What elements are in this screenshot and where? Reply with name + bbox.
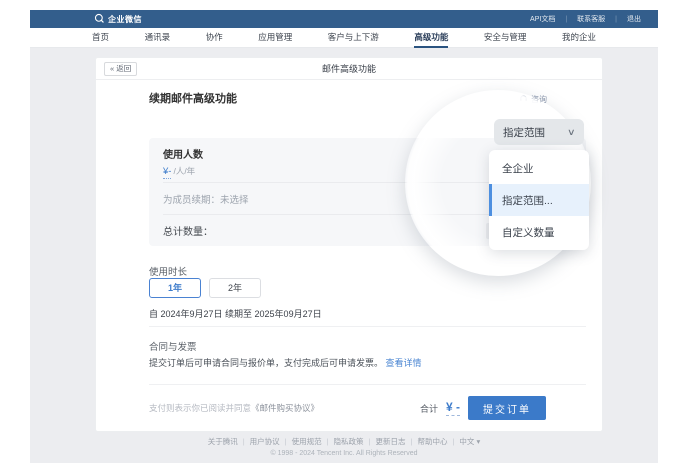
- footer-links: 关于腾讯用户协议使用规范隐私政策更新日志帮助中心中文 ▾: [30, 436, 658, 447]
- total-value: ¥ -: [446, 400, 460, 416]
- api-docs-link[interactable]: API文档: [525, 14, 572, 24]
- dropdown-option-whole-company[interactable]: 全企业: [489, 152, 589, 184]
- contract-desc-text: 提交订单后可申请合同与报价单，支付完成后可申请发票。: [149, 358, 383, 368]
- support-label: 咨询: [531, 94, 547, 105]
- total-quantity-label: 总计数量：: [163, 223, 213, 238]
- checkout-group: 合计 ¥ - 提交订单: [420, 396, 546, 420]
- duration-option-1year[interactable]: 1年: [149, 278, 201, 298]
- scope-select[interactable]: 指定范围 ∨: [494, 119, 584, 145]
- nav-item-contacts[interactable]: 通讯录: [145, 28, 171, 48]
- top-links: API文档 联系客服 退出: [525, 14, 646, 24]
- footer-link-about[interactable]: 关于腾讯: [208, 437, 250, 446]
- dropdown-option-specified-range[interactable]: 指定范围...: [489, 184, 589, 216]
- scope-dropdown: 全企业 指定范围... 自定义数量: [489, 150, 589, 250]
- nav-item-my-company[interactable]: 我的企业: [562, 28, 596, 48]
- renew-members-label: 为成员续期：: [163, 192, 220, 206]
- nav-item-app-management[interactable]: 应用管理: [258, 28, 292, 48]
- headset-icon: [519, 94, 528, 105]
- duration-label: 使用时长: [149, 264, 187, 278]
- contract-desc: 提交订单后可申请合同与报价单，支付完成后可申请发票。 查看详情: [149, 356, 422, 369]
- agreement-doc-link[interactable]: 《邮件购买协议》: [251, 403, 319, 413]
- nav-item-customers[interactable]: 客户与上下游: [328, 28, 379, 48]
- app-window: 企业微信 API文档 联系客服 退出 首页 通讯录 协作 应用管理 客户与上下游…: [0, 0, 688, 470]
- support-link[interactable]: 咨询: [519, 94, 547, 105]
- main-nav: 首页 通讯录 协作 应用管理 客户与上下游 高级功能 安全与管理 我的企业: [30, 28, 658, 48]
- price-unit: /人/年: [173, 166, 195, 176]
- contact-support-link[interactable]: 联系客服: [572, 14, 622, 24]
- agreement-text: 支付则表示你已阅读并同意《邮件购买协议》: [149, 402, 319, 414]
- copyright-text: © 1998 - 2024 Tencent Inc. All Rights Re…: [30, 450, 658, 457]
- page-title: 邮件高级功能: [96, 58, 602, 80]
- language-label: 中文: [459, 437, 474, 446]
- dropdown-option-custom-quantity[interactable]: 自定义数量: [489, 216, 589, 248]
- contract-title: 合同与发票: [149, 339, 197, 353]
- price-value: ¥-: [163, 166, 171, 179]
- chevron-down-icon: ∨: [567, 127, 576, 138]
- submit-order-button[interactable]: 提交订单: [468, 396, 546, 420]
- view-details-link[interactable]: 查看详情: [386, 358, 422, 368]
- logout-link[interactable]: 退出: [622, 14, 646, 24]
- footer: 关于腾讯用户协议使用规范隐私政策更新日志帮助中心中文 ▾ © 1998 - 20…: [30, 436, 658, 457]
- wecom-logo-text: 企业微信: [108, 14, 142, 25]
- language-selector[interactable]: 中文 ▾: [459, 437, 480, 446]
- renew-heading: 续期邮件高级功能: [149, 90, 237, 106]
- section-divider: [149, 326, 586, 327]
- nav-item-advanced-features[interactable]: 高级功能: [414, 28, 448, 48]
- wecom-logo-icon: [94, 13, 105, 26]
- top-bar: 企业微信 API文档 联系客服 退出: [30, 10, 658, 28]
- footer-link-help[interactable]: 帮助中心: [417, 437, 459, 446]
- nav-item-home[interactable]: 首页: [92, 28, 109, 48]
- agreement-prefix: 支付则表示你已阅读并同意: [149, 403, 251, 413]
- wecom-logo: 企业微信: [94, 13, 142, 26]
- renew-card: « 返回 邮件高级功能 续期邮件高级功能 咨询 使用人数 ¥-/人/年 为成员续…: [95, 57, 603, 432]
- section-divider: [149, 384, 586, 385]
- duration-options: 1年 2年: [149, 278, 261, 298]
- footer-link-agreement[interactable]: 用户协议: [250, 437, 292, 446]
- footer-link-changelog[interactable]: 更新日志: [376, 437, 418, 446]
- footer-link-privacy[interactable]: 隐私政策: [334, 437, 376, 446]
- duration-option-2year[interactable]: 2年: [209, 278, 261, 298]
- nav-item-security[interactable]: 安全与管理: [484, 28, 527, 48]
- back-button[interactable]: « 返回: [104, 62, 137, 76]
- nav-item-collaboration[interactable]: 协作: [206, 28, 223, 48]
- renew-members-value: 未选择: [220, 192, 249, 206]
- card-header: « 返回 邮件高级功能: [96, 58, 602, 80]
- footer-link-usage[interactable]: 使用规范: [292, 437, 334, 446]
- scope-select-value: 指定范围: [503, 125, 545, 140]
- duration-date-range: 自 2024年9月27日 续期至 2025年09月27日: [149, 307, 322, 320]
- caret-down-icon: ▾: [477, 437, 481, 446]
- total-label: 合计: [420, 402, 438, 415]
